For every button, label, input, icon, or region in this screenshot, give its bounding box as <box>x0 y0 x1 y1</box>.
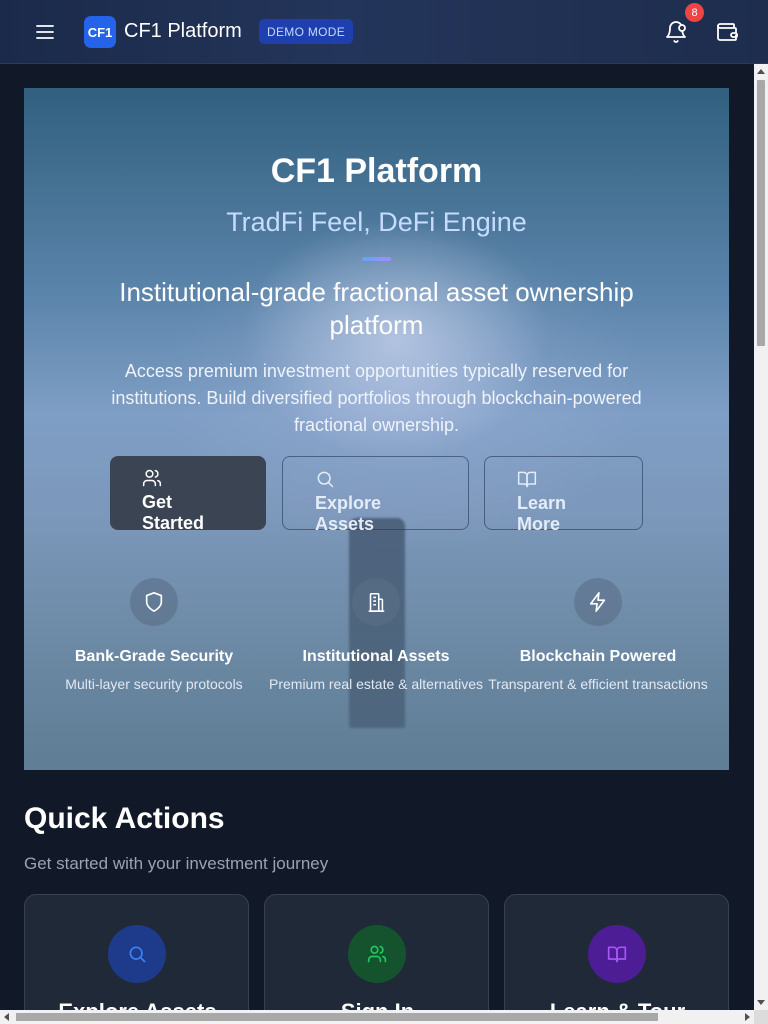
demo-mode-badge: DEMO MODE <box>259 19 354 44</box>
feature-title: Institutional Assets <box>302 648 450 665</box>
book-icon <box>517 469 537 489</box>
logo-badge[interactable]: CF1 <box>84 16 116 48</box>
learn-more-label: Learn More <box>517 493 567 534</box>
explore-assets-button[interactable]: Explore Assets <box>282 456 469 534</box>
feature-description: Transparent & efficient transactions <box>488 676 708 692</box>
search-icon <box>315 469 335 489</box>
vertical-scrollbar[interactable] <box>754 64 768 1010</box>
get-started-label: Get Started <box>142 492 205 533</box>
scroll-left-arrow[interactable] <box>4 1013 9 1021</box>
feature-blockchain: Blockchain Powered Transparent & efficie… <box>487 578 709 694</box>
quick-action-learn-tour[interactable]: Learn & Tour <box>504 894 729 1024</box>
feature-description: Premium real estate & alternatives <box>269 676 483 692</box>
learn-more-button[interactable]: Learn More <box>484 456 643 534</box>
brand-name[interactable]: CF1 Platform <box>124 20 242 43</box>
quick-actions-subtitle: Get started with your investment journey <box>24 854 329 873</box>
explore-assets-label: Explore Assets <box>315 493 382 534</box>
vertical-scroll-thumb[interactable] <box>757 80 765 346</box>
shield-icon <box>130 578 178 626</box>
feature-description: Multi-layer security protocols <box>65 676 243 692</box>
users-icon <box>348 925 406 983</box>
horizontal-scrollbar[interactable] <box>0 1010 768 1024</box>
hero-divider <box>362 257 391 261</box>
scroll-down-arrow[interactable] <box>757 1000 765 1005</box>
feature-title: Blockchain Powered <box>519 648 677 665</box>
scroll-up-arrow[interactable] <box>757 69 765 74</box>
notification-count-badge: 8 <box>685 3 704 22</box>
feature-title: Bank-Grade Security <box>74 648 234 665</box>
hero-description: Access premium investment opportunities … <box>111 361 642 435</box>
feature-institutional: Institutional Assets Premium real estate… <box>265 578 487 694</box>
scroll-right-arrow[interactable] <box>745 1013 750 1021</box>
quick-actions-title: Quick Actions <box>24 802 225 835</box>
feature-security: Bank-Grade Security Multi-layer security… <box>43 578 265 694</box>
search-icon <box>108 925 166 983</box>
get-started-button[interactable]: Get Started <box>110 456 266 533</box>
hero-banner: CF1 Platform TradFi Feel, DeFi Engine In… <box>24 88 729 770</box>
book-icon <box>588 925 646 983</box>
quick-action-sign-in[interactable]: Sign In <box>264 894 489 1024</box>
scrollbar-corner <box>754 1010 768 1024</box>
quick-action-explore-assets[interactable]: Explore Assets <box>24 894 249 1024</box>
lightning-icon <box>574 578 622 626</box>
hero-headline: Institutional-grade fractional asset own… <box>119 277 634 340</box>
hero-subtitle: TradFi Feel, DeFi Engine <box>226 207 527 237</box>
menu-icon[interactable] <box>34 22 56 42</box>
building-icon <box>352 578 400 626</box>
users-icon <box>142 468 162 488</box>
wallet-icon[interactable] <box>715 20 739 44</box>
top-header: CF1 CF1 Platform DEMO MODE 8 <box>0 0 768 64</box>
hero-title: CF1 Platform <box>270 152 483 190</box>
bell-icon[interactable] <box>664 20 688 44</box>
horizontal-scroll-thumb[interactable] <box>16 1013 658 1021</box>
